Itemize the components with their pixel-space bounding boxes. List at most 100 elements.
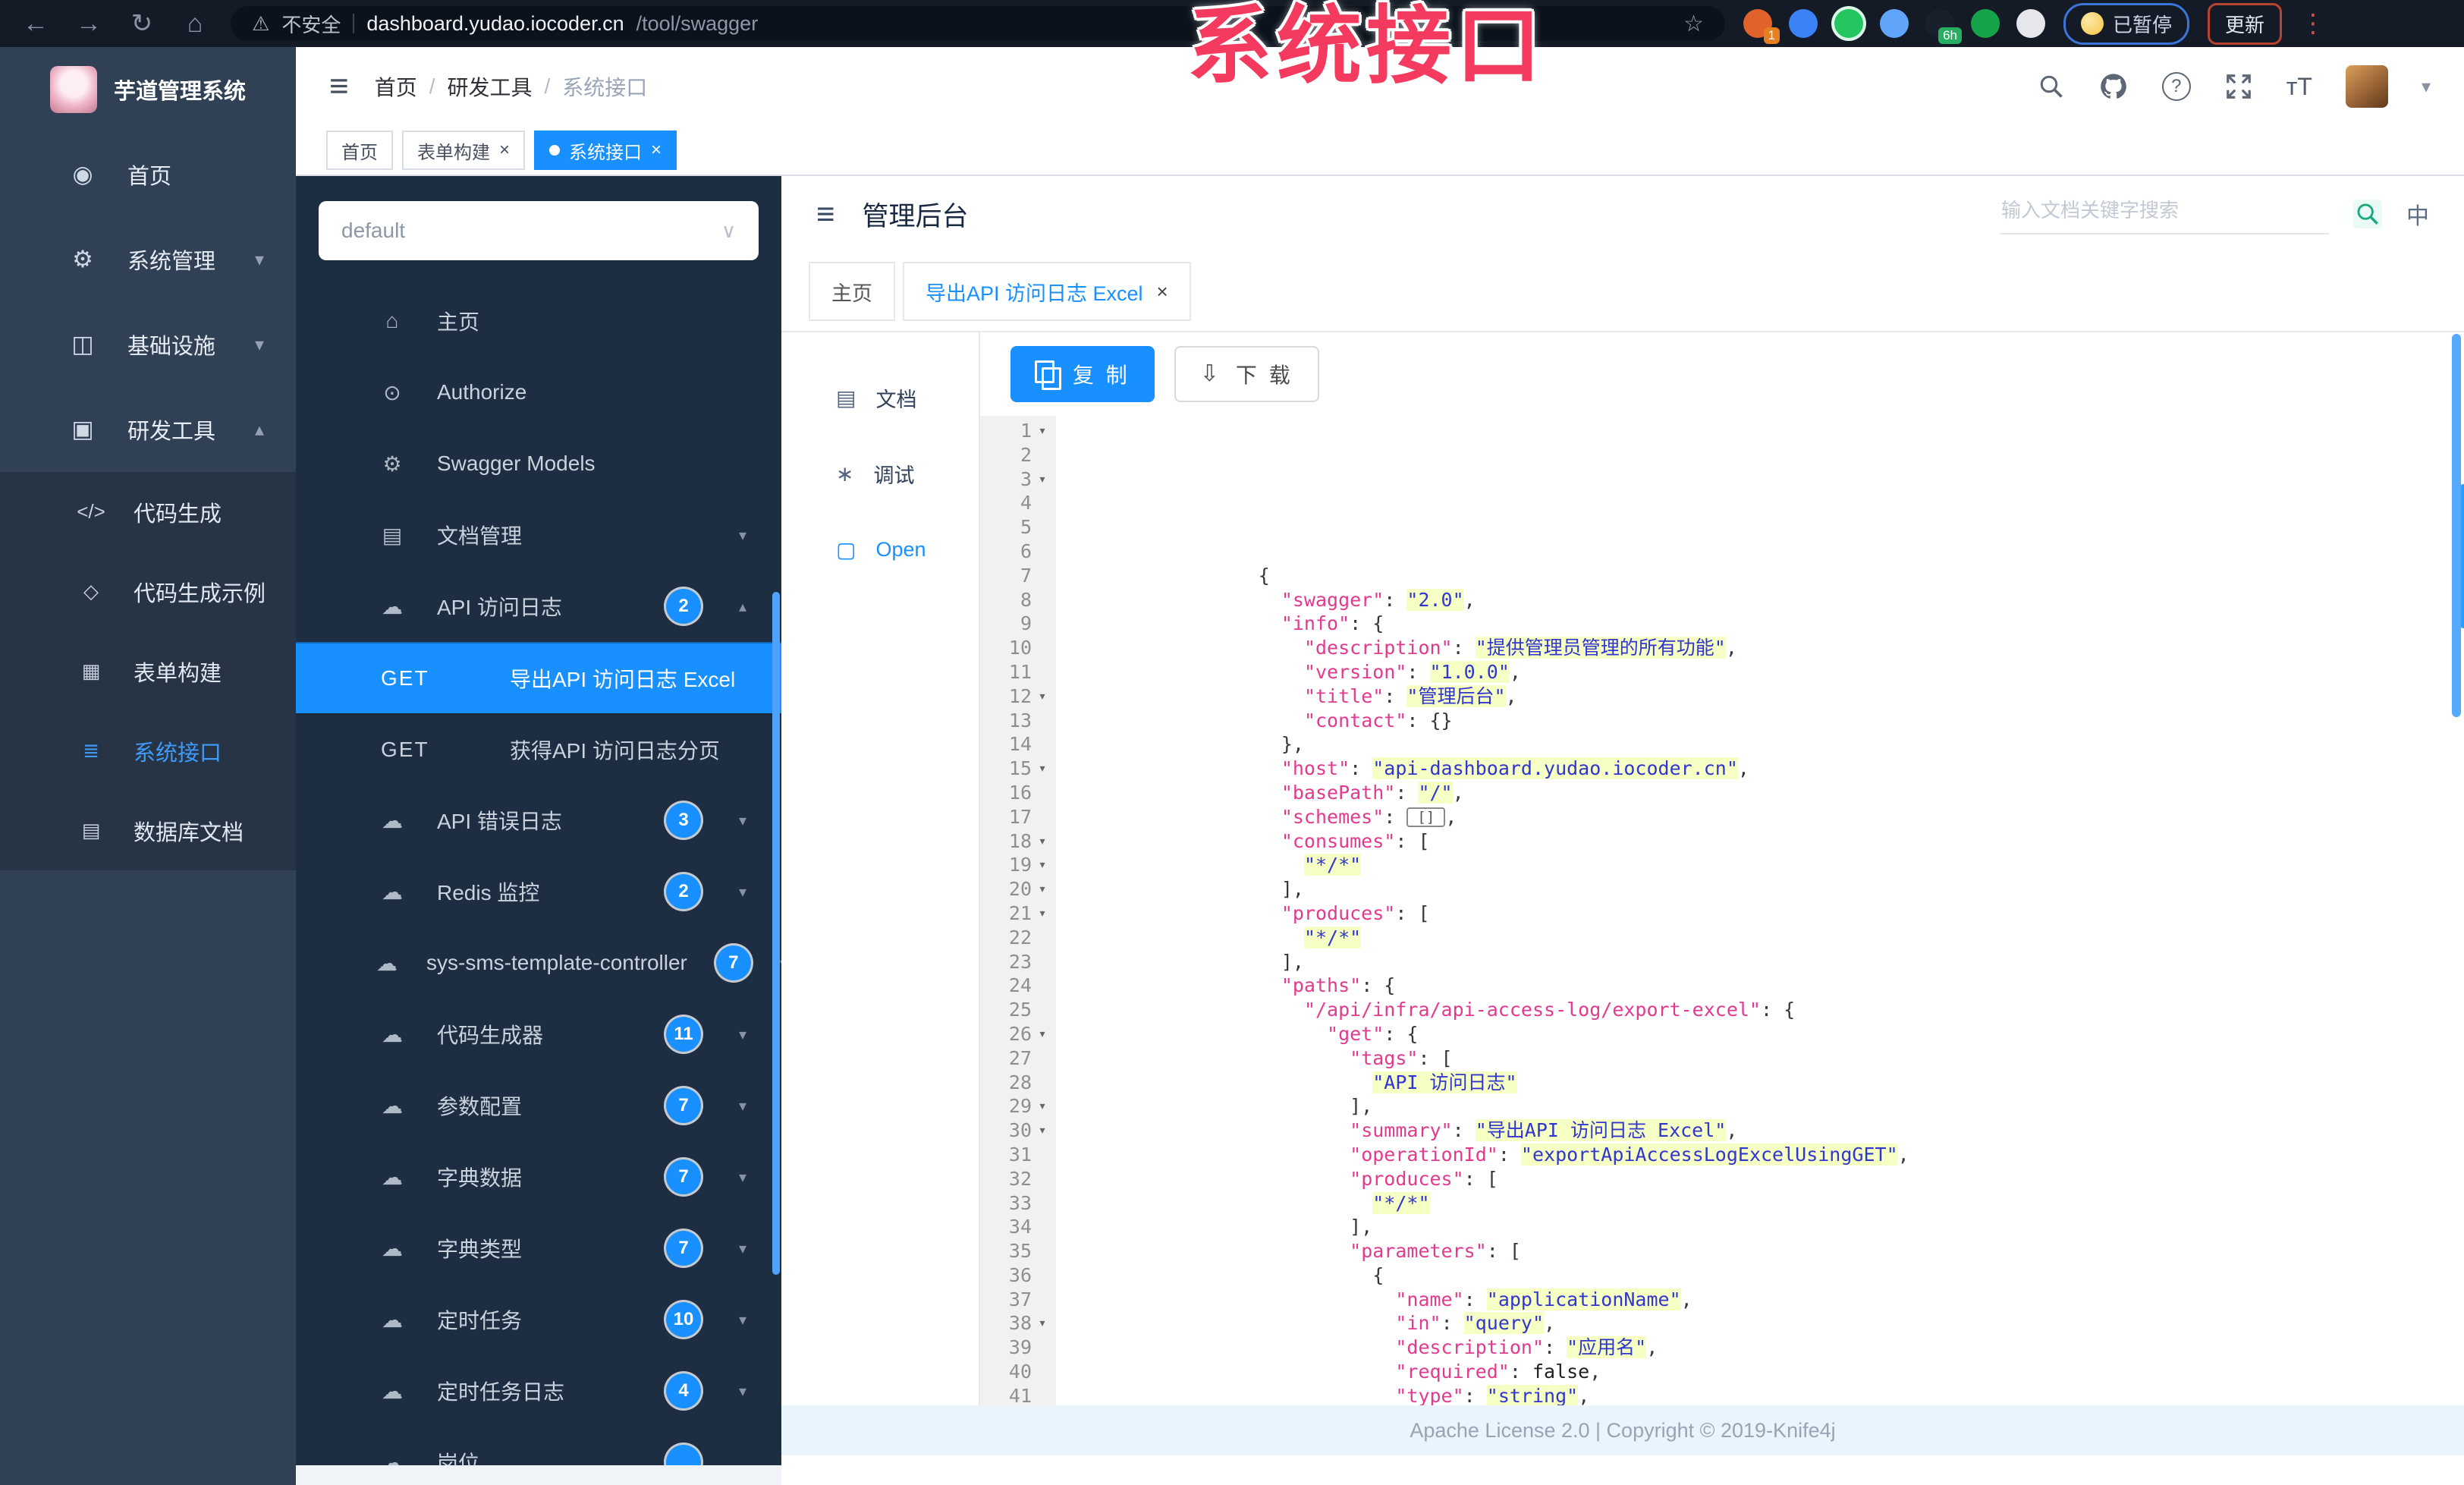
breadcrumb-separator: /: [429, 74, 435, 98]
browser-reload-icon[interactable]: ↻: [124, 8, 159, 39]
swagger-menu-item[interactable]: ☁ 代码生成器 11 ▾: [296, 999, 781, 1070]
copy-button[interactable]: 复 制: [1010, 346, 1155, 402]
api-group-select[interactable]: default ∨: [319, 201, 759, 260]
fold-arrow-icon[interactable]: ▾: [1033, 1118, 1051, 1143]
swagger-menu-item[interactable]: ☁ 字典数据 7 ▾: [296, 1141, 781, 1213]
browser-update-button[interactable]: 更新: [2208, 2, 2283, 45]
fold-arrow-icon[interactable]: ▾: [1033, 877, 1051, 901]
close-icon[interactable]: ×: [499, 140, 510, 161]
fold-arrow-icon[interactable]: ▾: [1033, 757, 1051, 781]
swagger-menu-item[interactable]: ☁ API 错误日志 3 ▾: [296, 785, 781, 856]
fold-arrow-icon[interactable]: ▾: [1033, 467, 1051, 492]
sidebar-item[interactable]: ⚙ 系统管理 ▾: [0, 217, 296, 302]
extension-icon[interactable]: 1: [1743, 9, 1780, 44]
api-operation-item[interactable]: GET 获得API 访问日志分页: [296, 713, 781, 785]
code-area[interactable]: { "swagger": "2.0", "info": {"descripti…: [1056, 416, 2464, 1405]
help-icon[interactable]: ?: [2161, 72, 2191, 101]
download-button[interactable]: ⇩ 下 载: [1174, 346, 1319, 402]
tags-view-tab[interactable]: 首页 ×: [326, 131, 393, 170]
gutter-line: 3 ▾: [980, 467, 1056, 492]
browser-menu-icon[interactable]: ⋮: [2300, 8, 2326, 39]
code-token: "应用名": [1567, 1336, 1647, 1359]
extension-icon[interactable]: [2016, 9, 2045, 38]
swagger-menu-item[interactable]: ▤ 文档管理 ▾: [296, 499, 781, 571]
browser-back-icon[interactable]: ←: [18, 9, 53, 39]
mini-nav-item[interactable]: ▤ 文档: [781, 360, 979, 436]
breadcrumb-item[interactable]: 首页 /: [375, 71, 435, 102]
swagger-menu-item[interactable]: ☁ sys-sms-template-controller 7 ▾: [296, 927, 781, 999]
sidebar-subitem[interactable]: ▦ 表单构建: [0, 631, 296, 711]
fold-arrow-icon[interactable]: ▾: [1033, 1094, 1051, 1118]
fold-arrow-icon[interactable]: ▾: [1033, 901, 1051, 926]
paused-extension-pill[interactable]: 已暂停: [2063, 2, 2190, 45]
doc-search-icon[interactable]: [2353, 200, 2382, 228]
swagger-menu-item[interactable]: ☁ 参数配置 7 ▾: [296, 1070, 781, 1141]
extension-icon[interactable]: [1971, 9, 2000, 38]
sidebar-item[interactable]: ▣ 研发工具 ▴: [0, 387, 296, 472]
logo-row[interactable]: 芋道管理系统: [0, 47, 296, 132]
mini-nav-item[interactable]: ∗ 调试: [781, 436, 979, 511]
fold-arrow-icon[interactable]: ▾: [1033, 829, 1051, 854]
close-icon[interactable]: ×: [651, 140, 662, 161]
close-icon[interactable]: ×: [1157, 280, 1168, 304]
fold-arrow-icon[interactable]: ▾: [1033, 684, 1051, 709]
browser-forward-icon[interactable]: →: [71, 9, 106, 39]
code-token: ,: [1737, 757, 1749, 780]
swagger-menu-item[interactable]: ⚙ Swagger Models: [296, 428, 781, 499]
line-number: 31: [1008, 1143, 1032, 1166]
sidebar-subitem[interactable]: </> 代码生成: [0, 472, 296, 552]
fold-arrow-icon[interactable]: ▾: [1033, 1311, 1051, 1336]
caret-down-icon[interactable]: ▾: [2422, 76, 2431, 98]
count-badge: 2: [666, 874, 701, 909]
font-size-icon[interactable]: тT: [2286, 73, 2312, 101]
gutter-line: 10 ▾: [980, 636, 1056, 660]
swagger-menu-item[interactable]: ☁ 定时任务日志 4 ▾: [296, 1355, 781, 1427]
hamburger-icon[interactable]: ≡: [329, 68, 349, 105]
search-icon[interactable]: [2038, 73, 2065, 100]
chevron-icon: ▾: [738, 1026, 747, 1043]
mini-nav-item[interactable]: ▢ Open: [781, 511, 979, 587]
sidebar-subitem[interactable]: ▤ 数据库文档: [0, 791, 296, 870]
code-token: "paths": [1281, 974, 1362, 997]
fold-arrow-icon[interactable]: ▾: [1033, 1022, 1051, 1046]
api-operation-item[interactable]: GET 导出API 访问日志 Excel: [296, 642, 781, 713]
sidebar-scrollbar-thumb[interactable]: [772, 592, 780, 1275]
swagger-menu-item[interactable]: ☁ 定时任务 10 ▾: [296, 1284, 781, 1355]
avatar[interactable]: [2345, 65, 2388, 108]
language-icon[interactable]: 中: [2406, 197, 2429, 231]
fold-arrow-icon[interactable]: ▾: [1033, 419, 1051, 443]
sidebar-subitem[interactable]: ≣ 系统接口: [0, 711, 296, 791]
page-scrollbar-thumb[interactable]: [2452, 334, 2461, 717]
breadcrumb-item[interactable]: 研发工具 /: [447, 71, 550, 102]
sidebar-item[interactable]: ◫ 基础设施 ▾: [0, 302, 296, 387]
breadcrumb-item[interactable]: 系统接口 /: [562, 71, 647, 102]
extension-icon[interactable]: [1880, 9, 1909, 38]
browser-home-icon[interactable]: ⌂: [178, 9, 212, 39]
code-token: ,: [1509, 660, 1521, 683]
extension-icon[interactable]: [1834, 9, 1863, 38]
fullscreen-icon[interactable]: [2224, 72, 2253, 101]
sidebar-subitem[interactable]: ◇ 代码生成示例: [0, 552, 296, 631]
count-badge: 10: [666, 1302, 701, 1337]
tags-view-tab[interactable]: 系统接口 ×: [534, 131, 677, 170]
bookmark-star-icon[interactable]: ☆: [1683, 11, 1704, 37]
extension-icon[interactable]: [1789, 9, 1818, 38]
swagger-menu-item[interactable]: ☁ 字典类型 7 ▾: [296, 1213, 781, 1284]
doc-tab[interactable]: 主页 ×: [809, 262, 895, 321]
sidebar-horizontal-scrollbar[interactable]: [296, 1465, 781, 1485]
doc-tab[interactable]: 导出API 访问日志 Excel ×: [903, 262, 1191, 321]
gutter-line: 21 ▾: [980, 901, 1056, 926]
collapse-menu-icon[interactable]: ≡: [816, 196, 835, 232]
swagger-menu-item[interactable]: ☁ API 访问日志 2 ▴: [296, 571, 781, 642]
sidebar-item[interactable]: ◉ 首页: [0, 132, 296, 217]
swagger-menu-item[interactable]: ⊙ Authorize: [296, 357, 781, 428]
github-icon[interactable]: [2098, 71, 2129, 102]
code-editor[interactable]: 1 ▾ 2 ▾ 3 ▾ 4 ▾ 5 ▾: [980, 416, 2464, 1405]
fold-arrow-icon[interactable]: ▾: [1033, 853, 1051, 877]
swagger-menu-item[interactable]: ⌂ 主页: [296, 285, 781, 357]
extension-icon[interactable]: 6h: [1925, 9, 1962, 44]
tags-view-tab[interactable]: 表单构建 ×: [402, 131, 526, 170]
swagger-menu-item[interactable]: ☁ Redis 监控 2 ▾: [296, 856, 781, 927]
code-token: :: [1384, 588, 1407, 611]
doc-search-input[interactable]: [2000, 193, 2329, 234]
